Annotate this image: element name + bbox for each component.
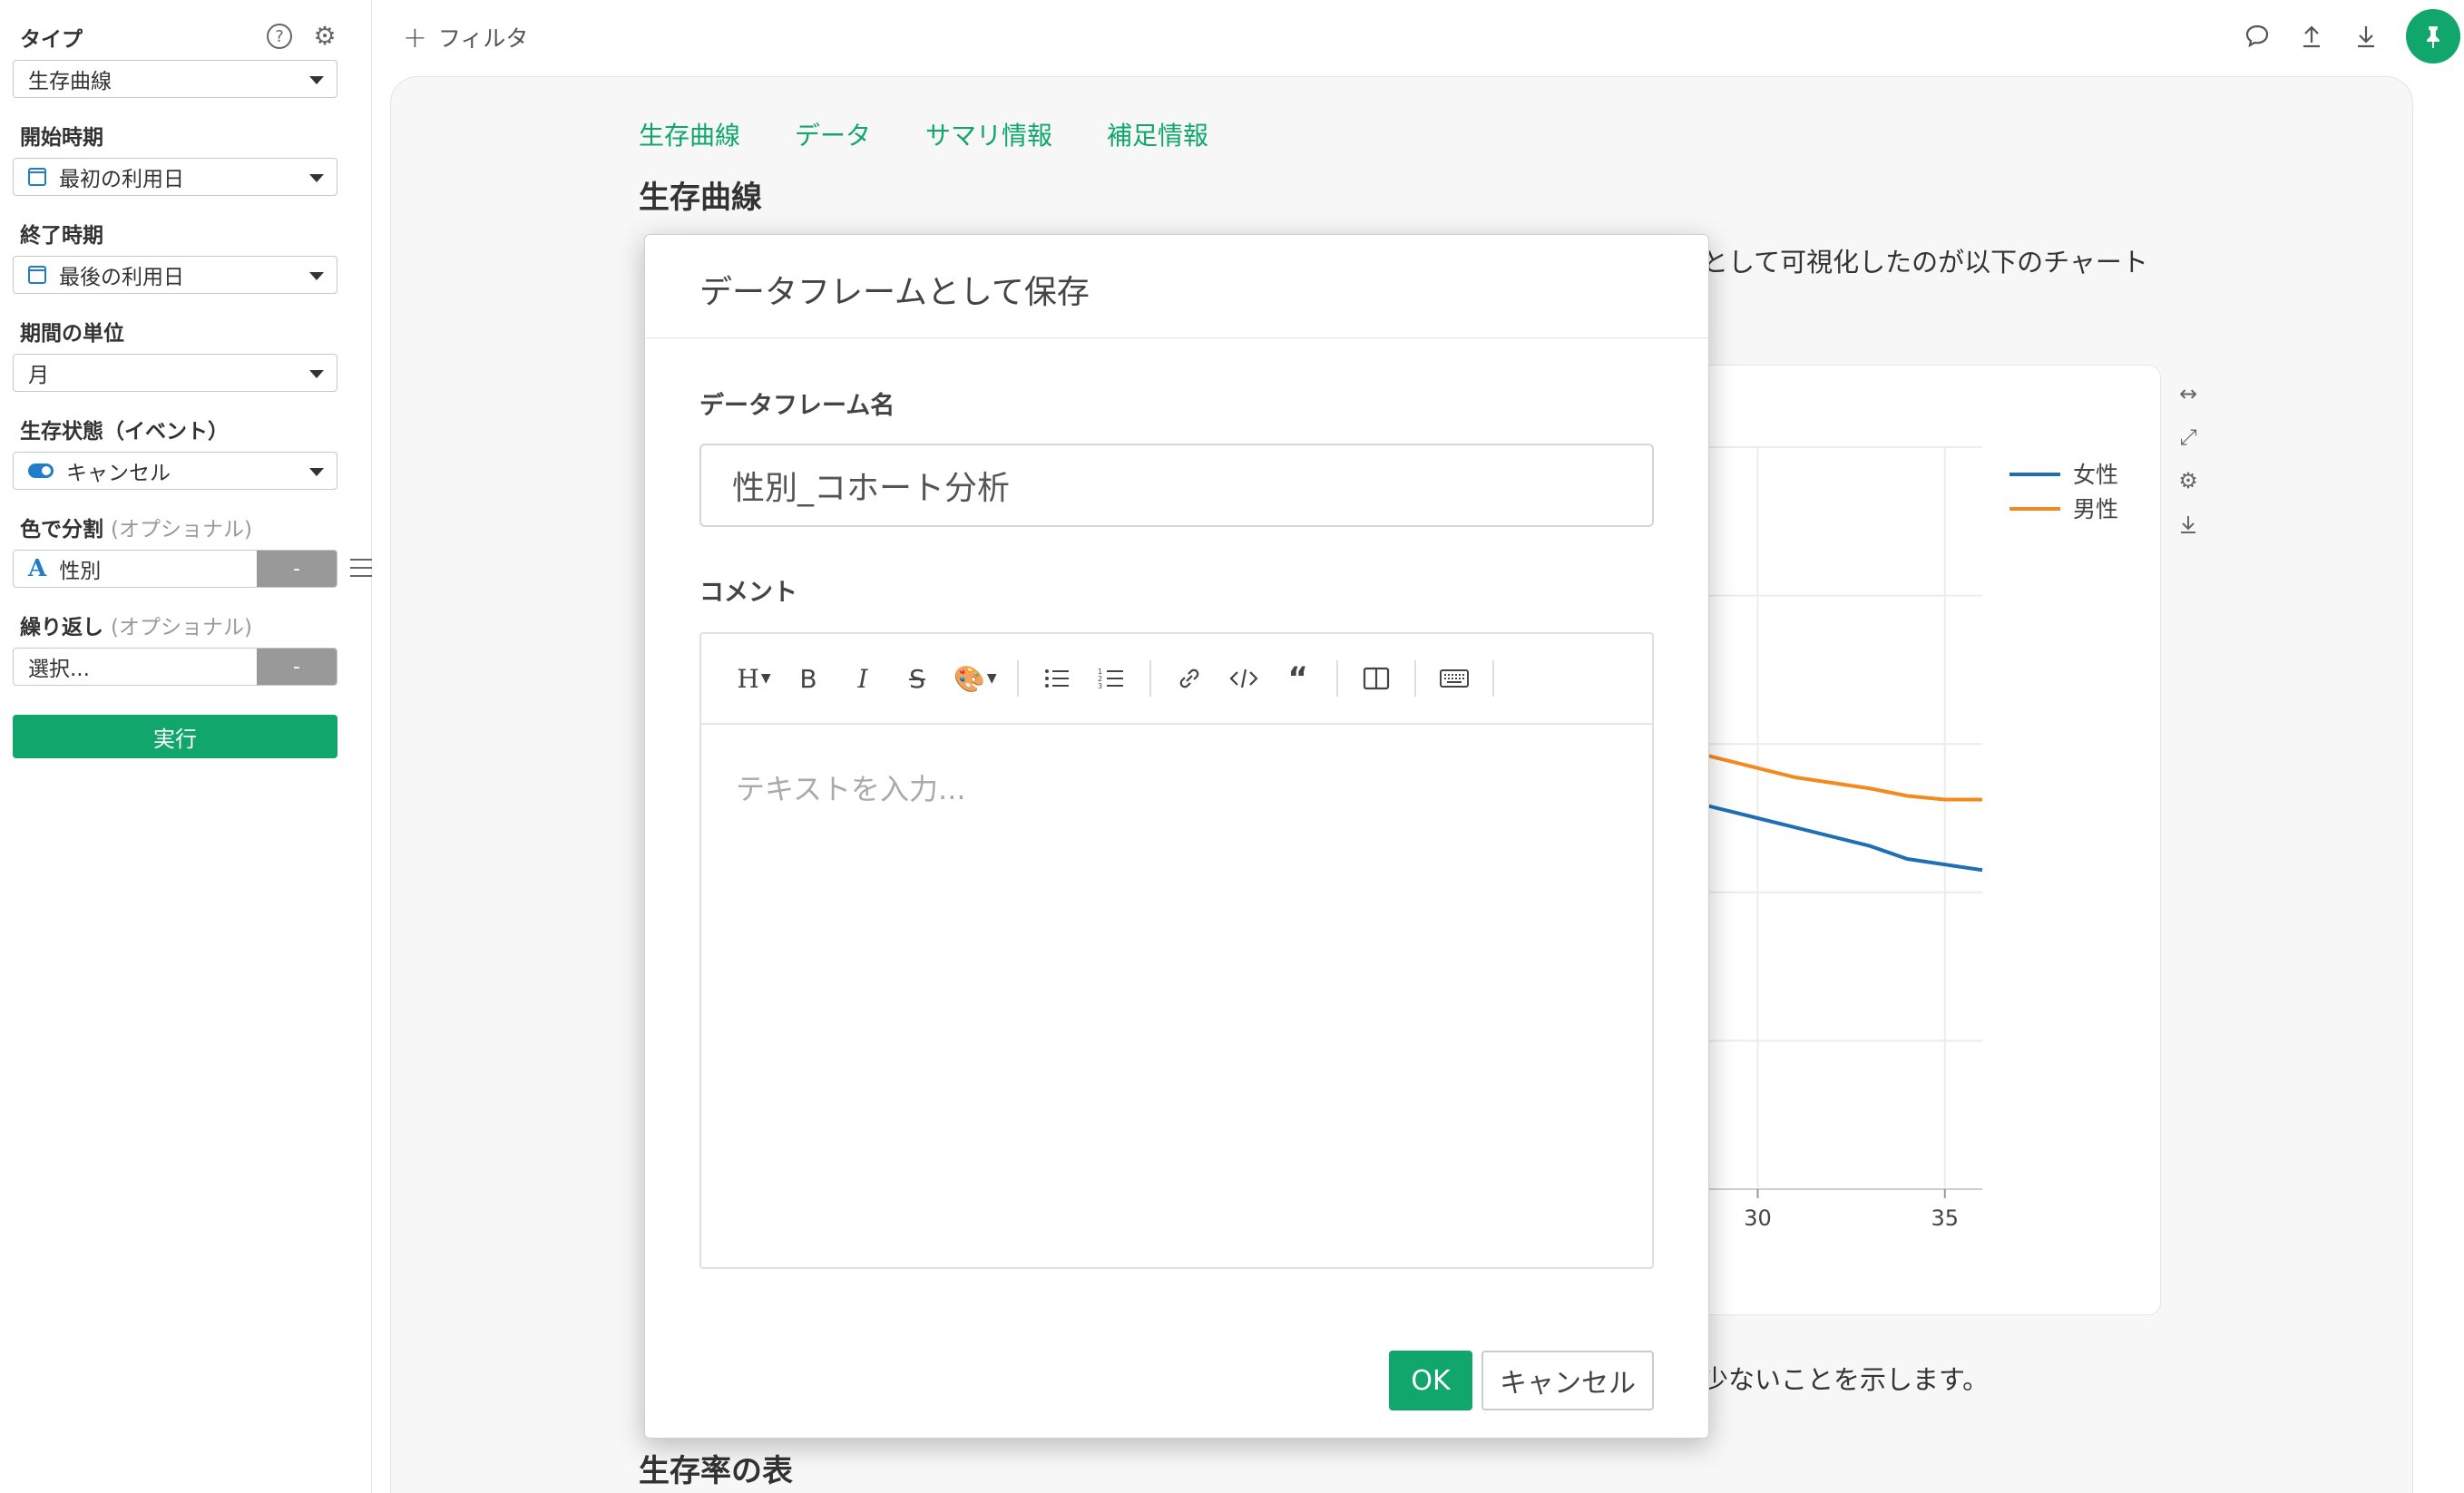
color-clear-button[interactable]: - (257, 551, 337, 587)
color-palette-icon[interactable]: 🎨 ▼ (953, 660, 997, 697)
color-field[interactable]: A 性別 - (13, 550, 337, 588)
menu-icon[interactable] (350, 559, 372, 577)
start-label: 開始時期 (20, 126, 103, 150)
series-line-0 (1682, 797, 1983, 873)
heading-icon[interactable]: H ▼ (736, 660, 772, 697)
color-label: 色で分割 (オプショナル) (20, 512, 252, 542)
plus-icon: + (403, 20, 427, 54)
dataframe-name-label: データフレーム名 (699, 392, 895, 420)
toolbar-divider (1016, 660, 1019, 697)
code-icon[interactable] (1226, 660, 1262, 697)
save-dataframe-dialog: データフレームとして保存 データフレーム名 性別_コホート分析 コメント H ▼ … (644, 234, 1709, 1439)
repeat-field[interactable]: 選択... - (13, 648, 337, 686)
editor-toolbar: H ▼ B I S 🎨 ▼ 123 “ (701, 634, 1652, 725)
legend-label: 男性 (2073, 496, 2118, 522)
toolbar-divider (1413, 660, 1416, 697)
color-label-text: 色で分割 (20, 518, 103, 542)
cancel-button[interactable]: キャンセル (1481, 1351, 1654, 1410)
color-value-text: 性別 (59, 560, 102, 583)
repeat-clear-button[interactable]: - (257, 649, 337, 685)
tab-supplement[interactable]: 補足情報 (1107, 116, 1208, 152)
series-line-1 (1682, 747, 1982, 802)
type-select-value: 生存曲線 (28, 70, 112, 93)
split-view-icon[interactable] (1358, 660, 1394, 697)
explanation-text: 少ないことを示します。 (1702, 1364, 1990, 1395)
calendar-icon (28, 266, 46, 284)
color-field-value[interactable]: A 性別 (14, 551, 257, 587)
repeat-label: 繰り返し (オプショナル) (20, 610, 252, 640)
section-title: 生存曲線 (639, 180, 762, 216)
end-label: 終了時期 (20, 224, 103, 248)
chart-toolbar: ↔ ⤢ ⚙ (2174, 379, 2203, 539)
top-toolbar (2241, 20, 2382, 53)
dialog-title: データフレームとして保存 (699, 274, 1090, 311)
event-select-value: キャンセル (66, 462, 171, 485)
chevron-down-icon (309, 76, 324, 84)
toolbar-divider (1149, 660, 1151, 697)
type-select[interactable]: 生存曲線 (13, 60, 337, 98)
result-tabs: 生存曲線 データ サマリ情報 補足情報 (639, 116, 1208, 152)
unit-select[interactable]: 月 (13, 354, 337, 392)
download-icon[interactable] (2350, 20, 2382, 53)
strikethrough-icon[interactable]: S (899, 660, 935, 697)
add-filter-button[interactable]: + フィルタ (403, 20, 528, 54)
unit-select-value: 月 (28, 364, 49, 387)
run-button[interactable]: 実行 (13, 715, 337, 758)
upload-icon[interactable] (2295, 20, 2328, 53)
start-select[interactable]: 最初の利用日 (13, 158, 337, 196)
start-select-value: 最初の利用日 (59, 168, 184, 191)
legend-label: 女性 (2073, 462, 2118, 488)
help-icon[interactable]: ? (267, 24, 292, 49)
ok-button[interactable]: OK (1389, 1351, 1472, 1410)
dialog-header: データフレームとして保存 (645, 235, 1708, 338)
gear-icon[interactable]: ⚙ (2174, 466, 2203, 495)
x-tick-label: 35 (1931, 1205, 1959, 1231)
gear-icon[interactable]: ⚙ (312, 24, 337, 49)
bold-icon[interactable]: B (790, 660, 826, 697)
quote-icon[interactable]: “ (1280, 660, 1316, 697)
toolbar-divider (1335, 660, 1338, 697)
event-label: 生存状態（イベント） (20, 420, 229, 444)
bulleted-list-icon[interactable] (1039, 660, 1075, 697)
chevron-down-icon (309, 272, 324, 280)
link-icon[interactable] (1171, 660, 1208, 697)
tab-survival-curve[interactable]: 生存曲線 (639, 116, 740, 152)
survival-table-title: 生存率の表 (639, 1453, 793, 1489)
numbered-list-icon[interactable]: 123 (1093, 660, 1129, 697)
chevron-down-icon (309, 370, 324, 378)
x-tick-label: 30 (1744, 1205, 1772, 1231)
type-label: タイプ (20, 28, 83, 52)
keyboard-icon[interactable] (1436, 660, 1472, 697)
sidebar: タイプ ? ⚙ 生存曲線 開始時期 最初の利用日 終了時期 最後の利用日 期間の… (0, 0, 372, 1493)
svg-text:3: 3 (1098, 682, 1102, 690)
tab-summary[interactable]: サマリ情報 (925, 116, 1052, 152)
description-text: として可視化したのが以下のチャート (1702, 247, 2148, 278)
pin-icon[interactable] (2406, 9, 2460, 63)
text-type-icon: A (28, 555, 47, 582)
filter-label: フィルタ (437, 25, 529, 52)
toolbar-divider (1491, 660, 1494, 697)
repeat-label-text: 繰り返し (20, 616, 103, 639)
chevron-down-icon (309, 468, 324, 476)
repeat-field-value[interactable]: 選択... (14, 649, 257, 685)
resize-horizontal-icon[interactable]: ↔ (2174, 379, 2203, 408)
end-select-value: 最後の利用日 (59, 266, 184, 289)
toggle-icon (28, 464, 54, 478)
repeat-label-optional: (オプショナル) (111, 616, 252, 639)
event-select[interactable]: キャンセル (13, 452, 337, 490)
color-label-optional: (オプショナル) (111, 518, 252, 542)
download-icon[interactable] (2174, 510, 2203, 539)
comment-icon[interactable] (2241, 20, 2273, 53)
expand-icon[interactable]: ⤢ (2174, 423, 2203, 452)
comment-placeholder: テキストを入力... (736, 772, 966, 806)
calendar-icon (28, 168, 46, 186)
tab-data[interactable]: データ (795, 116, 871, 152)
unit-label: 期間の単位 (20, 322, 124, 346)
comment-label: コメント (699, 579, 797, 607)
comment-editor[interactable]: H ▼ B I S 🎨 ▼ 123 “ テキストを入力... (699, 632, 1654, 1269)
dataframe-name-input[interactable]: 性別_コホート分析 (699, 444, 1654, 527)
italic-icon[interactable]: I (845, 660, 881, 697)
end-select[interactable]: 最後の利用日 (13, 256, 337, 294)
chevron-down-icon (309, 174, 324, 182)
